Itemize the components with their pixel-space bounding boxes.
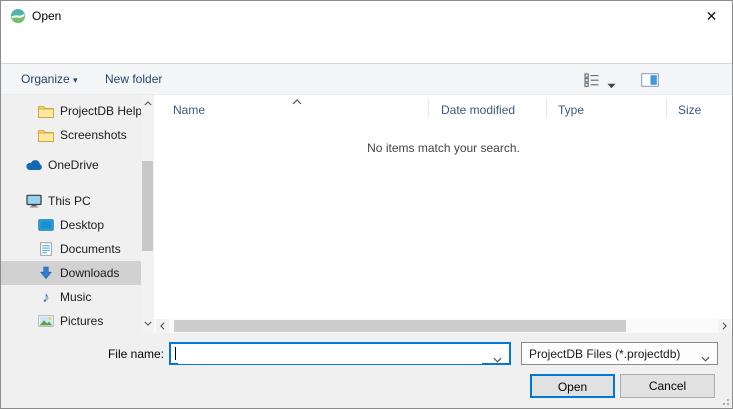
sidebar-item-label: ProjectDB Help ( <box>60 104 149 118</box>
command-bar: Organize ▾ New folder ? <box>1 63 733 95</box>
details-view-icon[interactable] <box>584 73 600 90</box>
organize-label: Organize <box>21 72 70 86</box>
file-type-chevron-icon <box>701 351 710 365</box>
scroll-right-icon[interactable] <box>718 319 731 333</box>
empty-list-message: No items match your search. <box>154 141 733 155</box>
column-header-size[interactable]: Size <box>678 103 701 117</box>
views-chevron-icon[interactable] <box>607 78 616 92</box>
column-header-name[interactable]: Name <box>173 103 205 117</box>
sidebar-item-pictures[interactable]: Pictures <box>1 309 154 333</box>
resize-grip[interactable] <box>717 395 731 407</box>
sidebar-item-projectdb-help[interactable]: ProjectDB Help ( <box>1 99 154 123</box>
desktop-icon <box>37 219 55 231</box>
sidebar-item-label: This PC <box>48 194 91 208</box>
sidebar-scrollbar-thumb[interactable] <box>142 161 153 251</box>
column-divider[interactable] <box>546 99 547 117</box>
sidebar-item-label: Desktop <box>60 218 104 232</box>
sidebar-item-label: Screenshots <box>60 128 127 142</box>
window-title: Open <box>32 9 61 23</box>
column-divider[interactable] <box>666 99 667 117</box>
close-icon: ✕ <box>706 8 718 24</box>
computer-icon <box>25 194 43 208</box>
sidebar-item-label: Documents <box>60 242 121 256</box>
sidebar-item-onedrive[interactable]: OneDrive <box>1 153 154 177</box>
sidebar-item-desktop[interactable]: Desktop <box>1 213 154 237</box>
open-dialog: Open ✕ ← → ↑ › This PC › Downloads ↻ <box>0 0 733 409</box>
title-bar: Open ✕ <box>1 1 733 31</box>
file-name-combobox <box>169 342 511 365</box>
sidebar-item-documents[interactable]: Documents <box>1 237 154 261</box>
new-folder-button[interactable]: New folder <box>105 72 162 86</box>
organize-caret-icon: ▾ <box>73 75 78 85</box>
sidebar-item-music[interactable]: ♪ Music <box>1 285 154 309</box>
column-header-type[interactable]: Type <box>558 103 584 117</box>
column-header-date-modified[interactable]: Date modified <box>441 103 515 117</box>
sidebar-item-label: Music <box>60 290 91 304</box>
preview-pane-icon[interactable] <box>641 73 659 90</box>
downloads-icon <box>37 266 55 280</box>
file-type-dropdown[interactable]: ProjectDB Files (*.projectdb) <box>521 342 718 365</box>
onedrive-icon <box>25 160 43 171</box>
navigation-bar: ← → ↑ › This PC › Downloads ↻ <box>1 31 733 63</box>
list-horizontal-scrollbar[interactable] <box>154 319 733 333</box>
file-type-selected: ProjectDB Files (*.projectdb) <box>529 347 680 361</box>
sidebar-item-this-pc[interactable]: This PC <box>1 189 154 213</box>
navigation-pane: ProjectDB Help ( Screenshots OneDrive Th… <box>1 95 154 333</box>
list-scrollbar-thumb[interactable] <box>174 320 626 332</box>
cancel-button[interactable]: Cancel <box>620 374 715 398</box>
sidebar-item-label: Downloads <box>60 266 119 280</box>
folder-icon <box>37 129 55 142</box>
sidebar-item-label: Pictures <box>60 314 103 328</box>
open-button[interactable]: Open <box>530 374 615 398</box>
sort-ascending-icon <box>292 94 302 108</box>
scroll-down-icon[interactable] <box>141 317 154 330</box>
scroll-left-icon[interactable] <box>156 319 169 333</box>
file-name-input[interactable] <box>178 345 482 364</box>
organize-button[interactable]: Organize ▾ <box>21 72 78 86</box>
sidebar-scrollbar[interactable] <box>141 95 154 333</box>
sidebar-item-screenshots[interactable]: Screenshots <box>1 123 154 147</box>
app-logo-icon <box>10 8 26 27</box>
scroll-up-icon[interactable] <box>141 97 154 110</box>
dialog-footer: File name: ProjectDB Files (*.projectdb)… <box>1 333 733 409</box>
sidebar-item-label: OneDrive <box>48 158 99 172</box>
documents-icon <box>37 242 55 256</box>
close-button[interactable]: ✕ <box>689 1 733 31</box>
sidebar-item-downloads[interactable]: Downloads <box>1 261 154 285</box>
file-name-label: File name: <box>106 347 164 361</box>
new-folder-label: New folder <box>105 72 162 86</box>
column-divider[interactable] <box>428 99 429 117</box>
text-caret <box>175 347 176 360</box>
music-icon: ♪ <box>37 289 55 306</box>
folder-icon <box>37 105 55 118</box>
pictures-icon <box>37 315 55 327</box>
file-list: Name Date modified Type Size No items ma… <box>154 95 733 333</box>
file-name-chevron-icon[interactable] <box>493 352 502 366</box>
